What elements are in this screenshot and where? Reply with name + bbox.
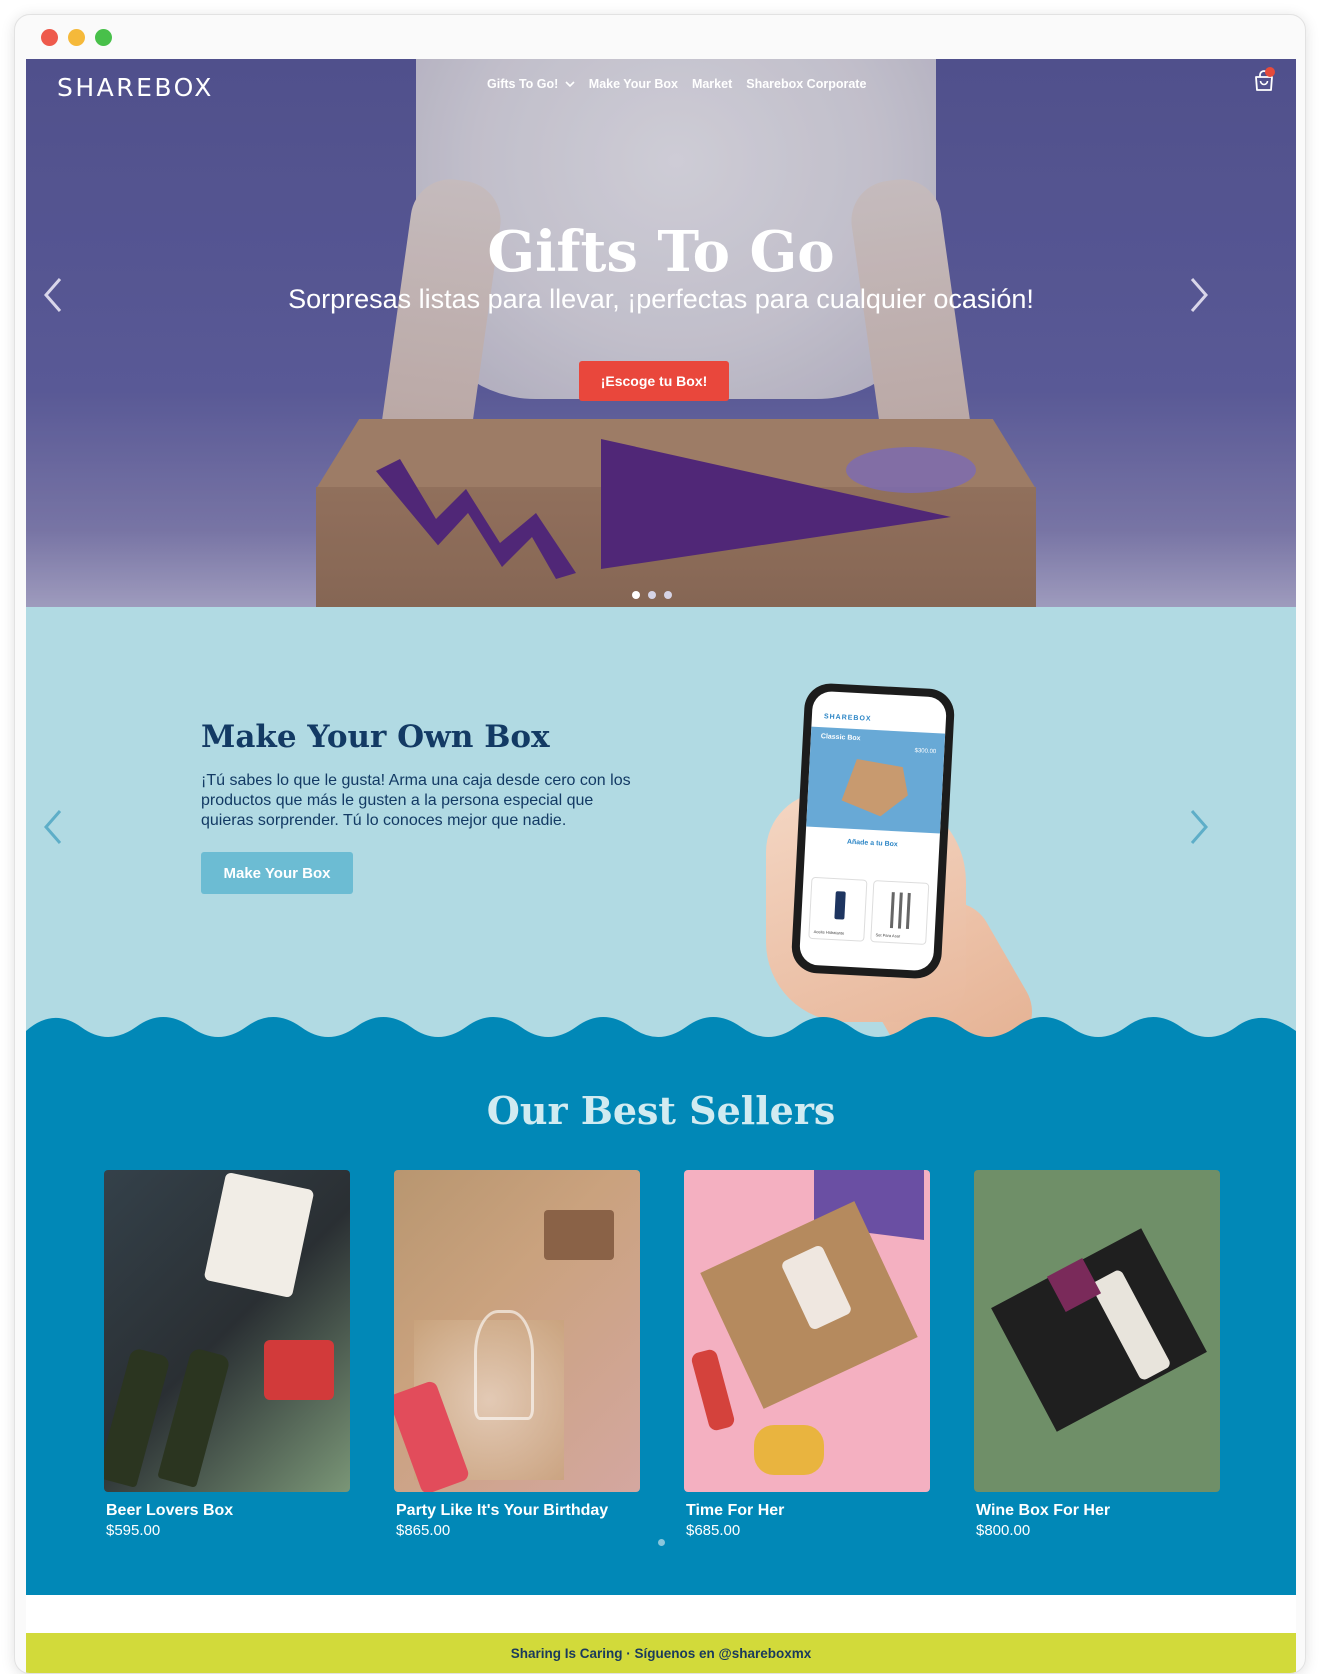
carousel-dot-2[interactable]: [648, 591, 656, 599]
nav-item-market[interactable]: Market: [692, 77, 732, 91]
phone-logo: SHAREBOX: [823, 713, 872, 723]
phone-product-name: Aceite Hidratante: [813, 929, 845, 936]
hero-subtitle: Sorpresas listas para llevar, ¡perfectas…: [288, 284, 1034, 314]
product-card-time-for-her[interactable]: Time For Her $685.00: [684, 1170, 930, 1539]
candy-image: [264, 1340, 334, 1400]
grill-utensil-image: [905, 892, 911, 930]
product-card-party-birthday[interactable]: Party Like It's Your Birthday $865.00: [394, 1170, 640, 1539]
browser-window: SHAREBOX Gifts To Go! Make Your Box Mark…: [14, 14, 1306, 1674]
hero-carousel: SHAREBOX Gifts To Go! Make Your Box Mark…: [26, 59, 1296, 607]
web-page: SHAREBOX Gifts To Go! Make Your Box Mark…: [26, 59, 1296, 1673]
phone-screen: SHAREBOX Classic Box $300.00 Añade a tu …: [798, 690, 948, 972]
product-image[interactable]: [974, 1170, 1220, 1492]
best-sellers-carousel-dot[interactable]: [658, 1539, 665, 1546]
phone-in-hand-image: SHAREBOX Classic Box $300.00 Añade a tu …: [756, 682, 1047, 1097]
black-box-image: [991, 1228, 1207, 1432]
eye-patches-image: [754, 1425, 824, 1475]
chevron-down-icon: [565, 81, 575, 88]
carousel-dot-3[interactable]: [664, 591, 672, 599]
product-card-beer-lovers-box[interactable]: Beer Lovers Box $595.00: [104, 1170, 350, 1539]
product-price: $685.00: [686, 1522, 741, 1539]
product-image[interactable]: [104, 1170, 350, 1492]
phone-box-price: $300.00: [914, 748, 937, 756]
myob-next-arrow-icon[interactable]: [1184, 807, 1214, 847]
top-nav: SHAREBOX Gifts To Go! Make Your Box Mark…: [26, 59, 1296, 115]
phone-product-card: Aceite Hidratante: [808, 876, 868, 942]
main-menu: Gifts To Go! Make Your Box Market Shareb…: [487, 77, 866, 91]
wine-glass-image: [474, 1310, 534, 1420]
myob-prev-arrow-icon[interactable]: [38, 807, 68, 847]
nav-item-label: Gifts To Go!: [487, 77, 559, 91]
grill-utensil-image: [889, 892, 895, 929]
myob-title: Make Your Own Box: [201, 719, 550, 755]
product-name[interactable]: Beer Lovers Box: [104, 1502, 350, 1520]
snack-bag-image: [203, 1171, 315, 1299]
oil-bottle-image: [834, 891, 846, 920]
product-name[interactable]: Time For Her: [684, 1502, 930, 1520]
cart-badge: [1265, 67, 1275, 77]
myob-description: ¡Tú sabes lo que le gusta! Arma una caja…: [201, 772, 631, 829]
product-price: $865.00: [396, 1522, 451, 1539]
carousel-dot-1[interactable]: [632, 591, 640, 599]
product-image[interactable]: [394, 1170, 640, 1492]
product-name[interactable]: Party Like It's Your Birthday: [394, 1502, 640, 1520]
hero-prev-arrow-icon[interactable]: [38, 275, 68, 315]
product-name[interactable]: Wine Box For Her: [974, 1502, 1220, 1520]
maximize-window-button[interactable]: [95, 29, 112, 46]
minimize-window-button[interactable]: [68, 29, 85, 46]
product-image[interactable]: [684, 1170, 930, 1492]
phone-product-name: Set Para Asar: [875, 932, 901, 939]
phone-product-card: Set Para Asar: [870, 880, 930, 945]
hero-carousel-dots: [632, 591, 672, 599]
footer-banner: Sharing Is Caring · Síguenos en @sharebo…: [26, 1633, 1296, 1673]
product-price: $595.00: [106, 1522, 161, 1539]
nav-item-sharebox-corporate[interactable]: Sharebox Corporate: [746, 77, 866, 91]
make-your-own-box-section: Make Your Own Box ¡Tú sabes lo que le gu…: [26, 607, 1296, 1097]
close-window-button[interactable]: [41, 29, 58, 46]
choose-box-button[interactable]: ¡Escoge tu Box!: [579, 361, 729, 401]
best-sellers-section: Our Best Sellers Beer Lovers Box $595.00: [26, 1043, 1296, 1595]
window-controls: [41, 29, 112, 46]
nav-item-gifts-to-go[interactable]: Gifts To Go!: [487, 77, 575, 91]
nuts-container-image: [544, 1210, 614, 1260]
product-price: $800.00: [976, 1522, 1031, 1539]
nav-item-make-your-box[interactable]: Make Your Box: [589, 77, 678, 91]
hero-title: Gifts To Go: [487, 219, 835, 285]
phone-add-label: Añade a tu Box: [846, 838, 898, 849]
sharebox-logo[interactable]: SHAREBOX: [57, 73, 214, 102]
mini-bottle-image: [690, 1347, 736, 1433]
beer-bottle-image: [157, 1347, 231, 1488]
hero-next-arrow-icon[interactable]: [1184, 275, 1214, 315]
phone-mockup: SHAREBOX Classic Box $300.00 Añade a tu …: [790, 682, 956, 980]
product-card-wine-box-for-her[interactable]: Wine Box For Her $800.00: [974, 1170, 1220, 1539]
grill-utensil-image: [897, 892, 903, 929]
best-sellers-title: Our Best Sellers: [486, 1088, 836, 1133]
hero-overlay: [26, 59, 1296, 607]
make-your-box-button[interactable]: Make Your Box: [201, 852, 353, 894]
